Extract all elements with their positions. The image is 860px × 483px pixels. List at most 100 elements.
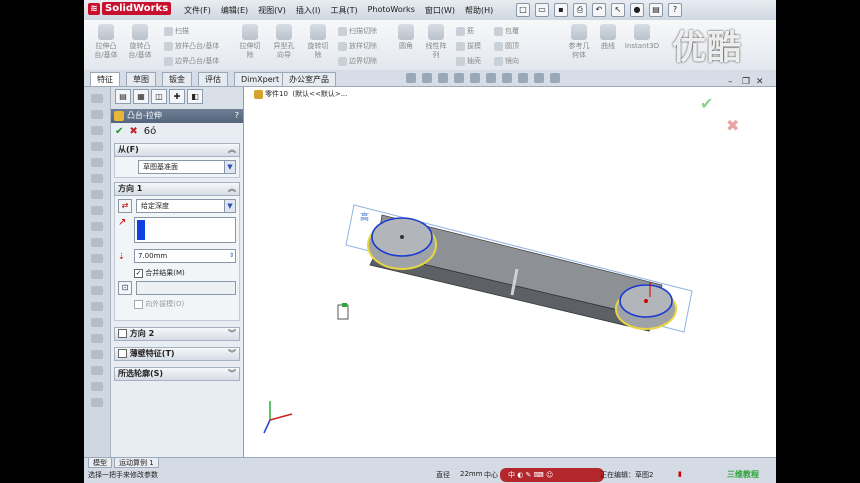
tab-evaluate[interactable]: 评估 — [198, 72, 228, 86]
wrap-button[interactable]: 包覆 — [494, 26, 519, 36]
tool-icon[interactable] — [91, 350, 103, 359]
graphics-area[interactable]: 零件10 (默认<<默认>... 高 ✔ ✖ — [244, 87, 776, 457]
menu-view[interactable]: 视图(V) — [258, 5, 286, 16]
tool-icon[interactable] — [91, 190, 103, 199]
rebuild-indicator-icon[interactable]: ▮ — [678, 470, 682, 478]
menu-edit[interactable]: 编辑(E) — [221, 5, 248, 16]
tool-icon[interactable] — [91, 318, 103, 327]
direction2-checkbox[interactable] — [118, 329, 127, 338]
tool-icon[interactable] — [91, 126, 103, 135]
draft-angle-input[interactable] — [136, 281, 236, 295]
merge-result-option[interactable]: ✓ 合并结果(M) — [118, 268, 236, 278]
tool-icon[interactable] — [91, 142, 103, 151]
reverse-direction-icon[interactable]: ⇄ — [118, 199, 132, 213]
menu-file[interactable]: 文件(F) — [184, 5, 211, 16]
curves-button[interactable]: 曲线 — [596, 24, 620, 51]
configuration-manager-tab-icon[interactable]: ◫ — [151, 89, 167, 104]
confirm-cancel-icon[interactable]: ✖ — [726, 116, 739, 135]
linear-pattern-button[interactable]: 线性阵 列 — [422, 24, 450, 60]
tab-motion-study[interactable]: 运动算例 1 — [114, 458, 159, 468]
section-thin-feature-header[interactable]: 薄壁特征(T) ︾ — [114, 347, 240, 361]
tool-icon[interactable] — [91, 286, 103, 295]
menu-insert[interactable]: 插入(I) — [296, 5, 321, 16]
draft-toggle-icon[interactable]: ⊡ — [118, 281, 132, 295]
tool-icon[interactable] — [91, 254, 103, 263]
dome-button[interactable]: 圆顶 — [494, 41, 519, 51]
revolve-boss-button[interactable]: 旋转凸 台/基体 — [126, 24, 154, 60]
close-icon[interactable]: ✕ — [756, 77, 764, 87]
section-direction2-header[interactable]: 方向 2 ︾ — [114, 327, 240, 341]
zoom-area-icon[interactable] — [422, 73, 432, 83]
draft-outward-option[interactable]: 向外拔模(O) — [118, 299, 236, 309]
draft-outward-checkbox[interactable] — [134, 299, 143, 309]
help-icon[interactable]: ? — [668, 3, 682, 17]
circle-center-left[interactable] — [400, 235, 404, 239]
menu-tools[interactable]: 工具(T) — [330, 5, 357, 16]
sweep-button[interactable]: 扫描 — [164, 26, 189, 36]
instant3d-button[interactable]: Instant3D — [622, 24, 662, 51]
save-icon[interactable]: ▪ — [554, 3, 568, 17]
confirm-ok-icon[interactable]: ✔ — [700, 94, 713, 113]
tool-icon[interactable] — [91, 158, 103, 167]
menu-window[interactable]: 窗口(W) — [425, 5, 455, 16]
circle-center-right[interactable] — [644, 299, 648, 303]
open-icon[interactable]: ▭ — [535, 3, 549, 17]
extrude-cut-button[interactable]: 拉伸切 除 — [236, 24, 264, 60]
menu-help[interactable]: 帮助(H) — [465, 5, 493, 16]
merge-result-checkbox[interactable]: ✓ — [134, 268, 143, 278]
tab-sheet-metal[interactable]: 钣金 — [162, 72, 192, 86]
hole-wizard-button[interactable]: 异型孔 向导 — [270, 24, 298, 60]
rebuild-icon[interactable]: ● — [630, 3, 644, 17]
tool-icon[interactable] — [91, 206, 103, 215]
tool-icon[interactable] — [91, 382, 103, 391]
previous-view-icon[interactable] — [438, 73, 448, 83]
apply-scene-icon[interactable] — [534, 73, 544, 83]
tab-features[interactable]: 特征 — [90, 72, 120, 86]
tool-icon[interactable] — [91, 174, 103, 183]
loft-cut-button[interactable]: 放样切除 — [338, 41, 377, 51]
extrude-boss-button[interactable]: 拉伸凸 台/基体 — [92, 24, 120, 60]
tool-icon[interactable] — [91, 334, 103, 343]
tool-icon[interactable] — [91, 222, 103, 231]
section-from-header[interactable]: 从(F) ︽ — [114, 143, 240, 157]
minimize-icon[interactable]: – — [728, 77, 733, 87]
tool-icon[interactable] — [91, 302, 103, 311]
dimxpert-manager-tab-icon[interactable]: ✚ — [169, 89, 185, 104]
boundary-boss-button[interactable]: 边界凸台/基体 — [164, 56, 219, 66]
tool-icon[interactable] — [91, 270, 103, 279]
end-condition-select[interactable]: 给定深度 ▼ — [136, 199, 236, 213]
spin-arrows-icon[interactable]: ⇕ — [229, 250, 234, 262]
fillet-button[interactable]: 圆角 — [394, 24, 418, 51]
display-style-icon[interactable] — [486, 73, 496, 83]
tool-icon[interactable] — [91, 398, 103, 407]
menu-photoworks[interactable]: PhotoWorks — [368, 5, 415, 16]
undo-icon[interactable]: ↶ — [592, 3, 606, 17]
ime-toolbar[interactable]: 中 ◐ ✎ ⌨ ☺ — [500, 468, 604, 482]
tool-icon[interactable] — [91, 238, 103, 247]
feature-manager-tab-icon[interactable]: ▤ — [115, 89, 131, 104]
section-view-icon[interactable] — [454, 73, 464, 83]
model-canvas[interactable]: 高 ✔ ✖ — [244, 87, 776, 457]
rib-button[interactable]: 筋 — [456, 26, 474, 36]
tab-dimxpert[interactable]: DimXpert — [234, 72, 287, 86]
select-icon[interactable]: ↖ — [611, 3, 625, 17]
depth-input[interactable]: 7.00mm ⇕ — [134, 249, 236, 263]
cancel-x-icon[interactable]: ✖ — [129, 126, 137, 137]
app-logo[interactable]: ≋ SolidWorks — [88, 2, 172, 15]
sweep-cut-button[interactable]: 扫描切除 — [338, 26, 377, 36]
print-icon[interactable]: ⎙ — [573, 3, 587, 17]
view-settings-icon[interactable] — [550, 73, 560, 83]
tool-icon[interactable] — [91, 110, 103, 119]
section-direction1-header[interactable]: 方向 1 ︽ — [114, 182, 240, 196]
loft-button[interactable]: 放样凸台/基体 — [164, 41, 219, 51]
zoom-fit-icon[interactable] — [406, 73, 416, 83]
options-icon[interactable]: ▤ — [649, 3, 663, 17]
section-selected-contours-header[interactable]: 所选轮廓(S) ︾ — [114, 367, 240, 381]
tool-icon[interactable] — [91, 94, 103, 103]
help-button[interactable]: ? — [235, 109, 239, 123]
direction-selection-box[interactable] — [134, 217, 236, 243]
thin-feature-checkbox[interactable] — [118, 349, 127, 358]
revolve-cut-button[interactable]: 旋转切 除 — [304, 24, 332, 60]
display-manager-tab-icon[interactable]: ◧ — [187, 89, 203, 104]
draft-button[interactable]: 拔模 — [456, 41, 481, 51]
